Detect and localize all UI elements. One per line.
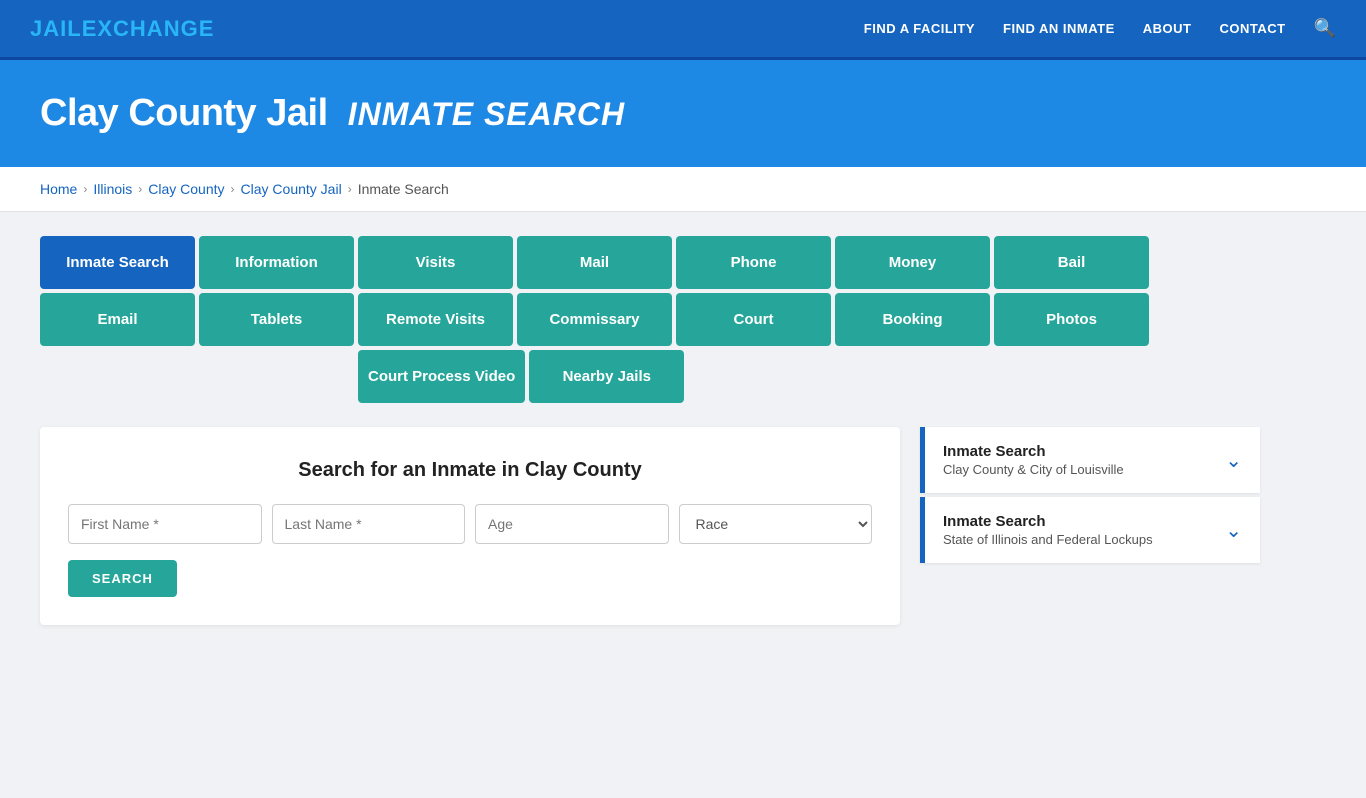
nav-about[interactable]: ABOUT xyxy=(1143,21,1192,36)
sidebar-item-2-text: Inmate Search State of Illinois and Fede… xyxy=(943,513,1153,547)
sidebar-item-1[interactable]: Inmate Search Clay County & City of Loui… xyxy=(920,427,1260,493)
nav-row-2: Email Tablets Remote Visits Commissary C… xyxy=(40,293,1149,346)
sidebar-item-1-sub: Clay County & City of Louisville xyxy=(943,462,1124,477)
chevron-down-icon-2: ⌄ xyxy=(1225,518,1242,543)
breadcrumb-clay-county[interactable]: Clay County xyxy=(148,181,224,197)
logo-exchange: EXCHANGE xyxy=(82,16,215,41)
btn-mail[interactable]: Mail xyxy=(517,236,672,289)
race-select[interactable]: Race White Black Hispanic Asian Other xyxy=(679,504,873,544)
search-button[interactable]: SEARCH xyxy=(68,560,177,597)
sidebar-item-2-sub: State of Illinois and Federal Lockups xyxy=(943,532,1153,547)
btn-court[interactable]: Court xyxy=(676,293,831,346)
age-input[interactable] xyxy=(475,504,669,544)
navbar: JAILEXCHANGE FIND A FACILITY FIND AN INM… xyxy=(0,0,1366,60)
nav-find-facility[interactable]: FIND A FACILITY xyxy=(864,21,975,36)
sidebar-item-2[interactable]: Inmate Search State of Illinois and Fede… xyxy=(920,497,1260,563)
btn-information[interactable]: Information xyxy=(199,236,354,289)
main-content: Inmate Search Information Visits Mail Ph… xyxy=(0,212,1366,798)
btn-commissary[interactable]: Commissary xyxy=(517,293,672,346)
btn-photos[interactable]: Photos xyxy=(994,293,1149,346)
logo-jail: JAIL xyxy=(30,16,82,41)
sidebar-item-1-text: Inmate Search Clay County & City of Loui… xyxy=(943,443,1124,477)
breadcrumb-sep-2: › xyxy=(138,182,142,196)
breadcrumb-home[interactable]: Home xyxy=(40,181,77,197)
hero-banner: Clay County Jail INMATE SEARCH xyxy=(0,60,1366,167)
nav-button-grid: Inmate Search Information Visits Mail Ph… xyxy=(40,236,1326,403)
sidebar-item-2-title: Inmate Search xyxy=(943,513,1153,530)
nav-links: FIND A FACILITY FIND AN INMATE ABOUT CON… xyxy=(864,18,1336,39)
search-form-box: Search for an Inmate in Clay County Race… xyxy=(40,427,900,625)
search-form-title: Search for an Inmate in Clay County xyxy=(68,459,872,482)
breadcrumb-sep-4: › xyxy=(348,182,352,196)
hero-title-main: Clay County Jail xyxy=(40,92,328,134)
breadcrumb-sep-1: › xyxy=(83,182,87,196)
btn-inmate-search[interactable]: Inmate Search xyxy=(40,236,195,289)
sidebar: Inmate Search Clay County & City of Loui… xyxy=(920,427,1260,563)
nav-find-inmate[interactable]: FIND AN INMATE xyxy=(1003,21,1115,36)
nav-row-1: Inmate Search Information Visits Mail Ph… xyxy=(40,236,1149,289)
nav-row-3: Court Process Video Nearby Jails xyxy=(358,350,684,403)
btn-email[interactable]: Email xyxy=(40,293,195,346)
btn-remote-visits[interactable]: Remote Visits xyxy=(358,293,513,346)
breadcrumb-sep-3: › xyxy=(231,182,235,196)
hero-title-sub: INMATE SEARCH xyxy=(348,96,625,132)
btn-booking[interactable]: Booking xyxy=(835,293,990,346)
btn-court-process-video[interactable]: Court Process Video xyxy=(358,350,525,403)
hero-title: Clay County Jail INMATE SEARCH xyxy=(40,92,1326,135)
last-name-input[interactable] xyxy=(272,504,466,544)
breadcrumb: Home › Illinois › Clay County › Clay Cou… xyxy=(0,167,1366,212)
first-name-input[interactable] xyxy=(68,504,262,544)
logo[interactable]: JAILEXCHANGE xyxy=(30,16,214,42)
btn-nearby-jails[interactable]: Nearby Jails xyxy=(529,350,684,403)
btn-bail[interactable]: Bail xyxy=(994,236,1149,289)
breadcrumb-illinois[interactable]: Illinois xyxy=(93,181,132,197)
content-area: Search for an Inmate in Clay County Race… xyxy=(40,427,1326,625)
btn-tablets[interactable]: Tablets xyxy=(199,293,354,346)
search-fields: Race White Black Hispanic Asian Other xyxy=(68,504,872,544)
chevron-down-icon-1: ⌄ xyxy=(1225,448,1242,473)
btn-phone[interactable]: Phone xyxy=(676,236,831,289)
breadcrumb-current: Inmate Search xyxy=(358,181,449,197)
search-icon[interactable]: 🔍 xyxy=(1314,18,1336,39)
btn-visits[interactable]: Visits xyxy=(358,236,513,289)
nav-contact[interactable]: CONTACT xyxy=(1219,21,1285,36)
breadcrumb-clay-county-jail[interactable]: Clay County Jail xyxy=(241,181,342,197)
sidebar-item-1-title: Inmate Search xyxy=(943,443,1124,460)
btn-money[interactable]: Money xyxy=(835,236,990,289)
